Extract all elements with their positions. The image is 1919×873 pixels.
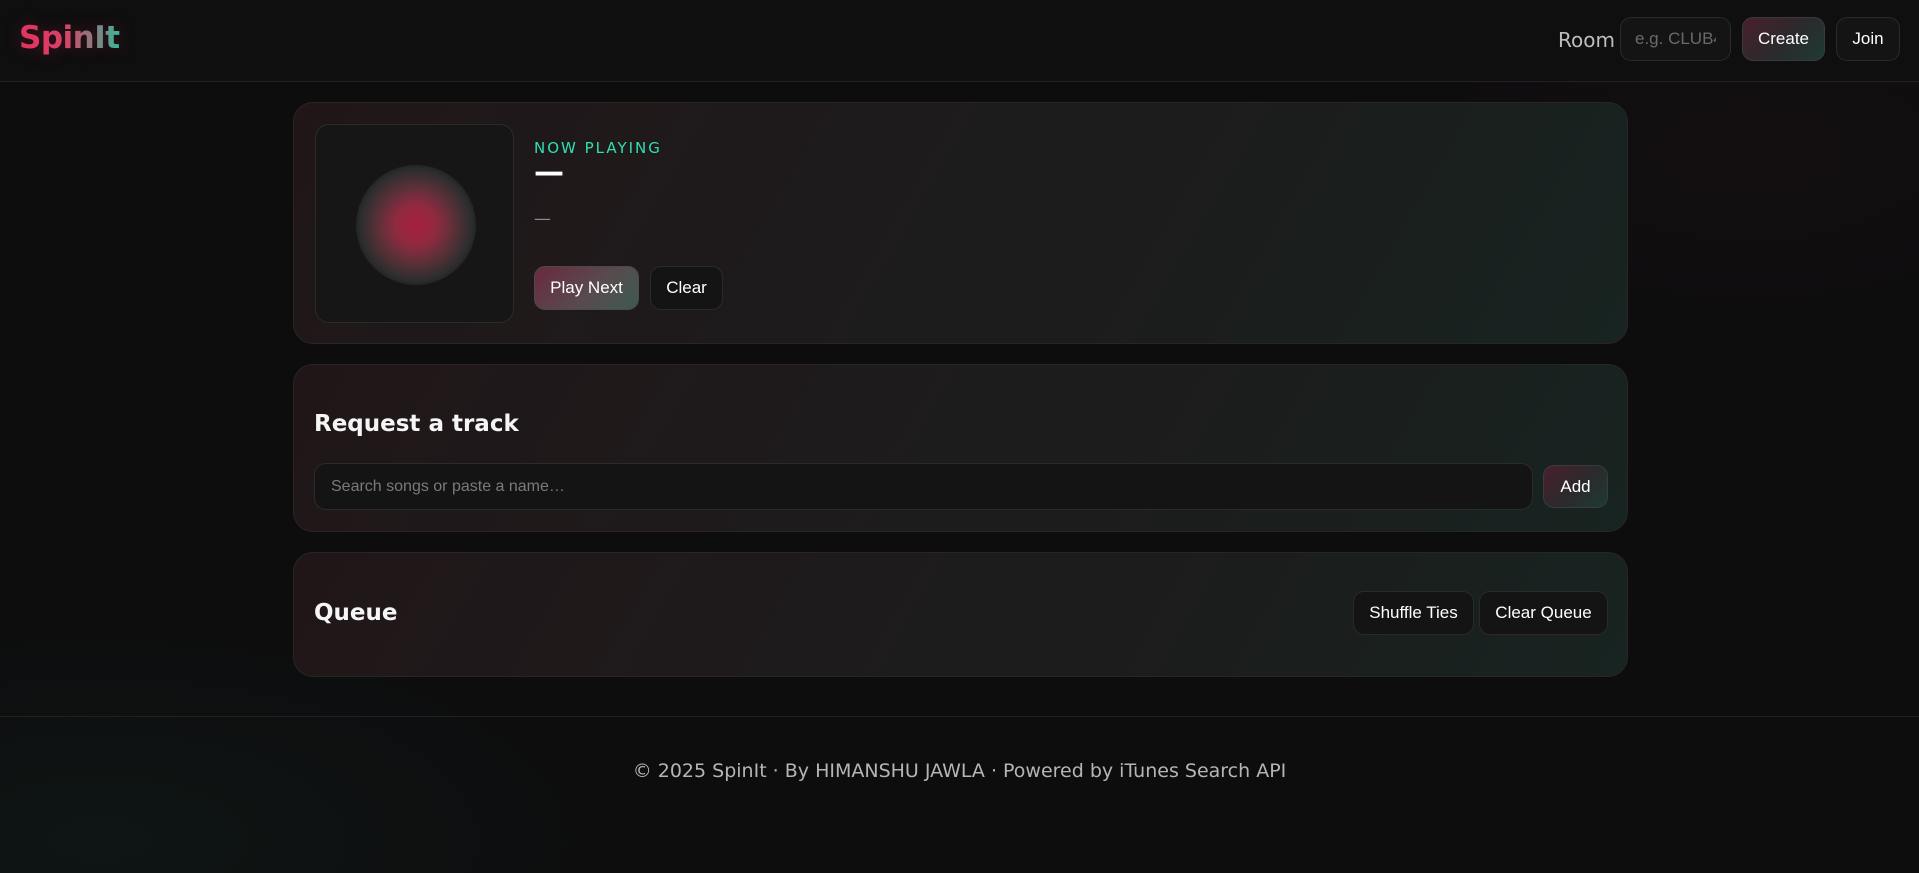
footer-divider: [0, 716, 1919, 717]
clear-queue-button[interactable]: Clear Queue: [1479, 591, 1608, 635]
shuffle-ties-button[interactable]: Shuffle Ties: [1353, 591, 1474, 635]
track-artist: —: [534, 209, 551, 229]
room-code-input[interactable]: [1620, 17, 1731, 61]
request-track-card: Request a track Add: [293, 364, 1628, 532]
queue-card: Queue Shuffle Ties Clear Queue: [293, 552, 1628, 677]
top-bar: SpinIt Room Create Join: [0, 0, 1919, 82]
now-playing-card: NOW PLAYING — — Play Next Clear: [293, 102, 1628, 344]
footer-credits: © 2025 SpinIt · By HIMANSHU JAWLA · Powe…: [632, 760, 1287, 782]
queue-section-title: Queue: [314, 600, 398, 626]
clear-now-playing-button[interactable]: Clear: [650, 266, 723, 310]
app-logo: SpinIt: [19, 20, 120, 56]
track-search-input[interactable]: [314, 463, 1533, 510]
request-section-title: Request a track: [314, 411, 519, 437]
track-title: —: [534, 155, 564, 190]
add-track-button[interactable]: Add: [1543, 465, 1608, 508]
room-label: Room: [1558, 28, 1615, 52]
join-room-button[interactable]: Join: [1836, 17, 1900, 61]
artwork-placeholder-glow: [356, 165, 476, 285]
album-artwork: [315, 124, 514, 323]
play-next-button[interactable]: Play Next: [534, 266, 639, 310]
create-room-button[interactable]: Create: [1742, 17, 1825, 61]
